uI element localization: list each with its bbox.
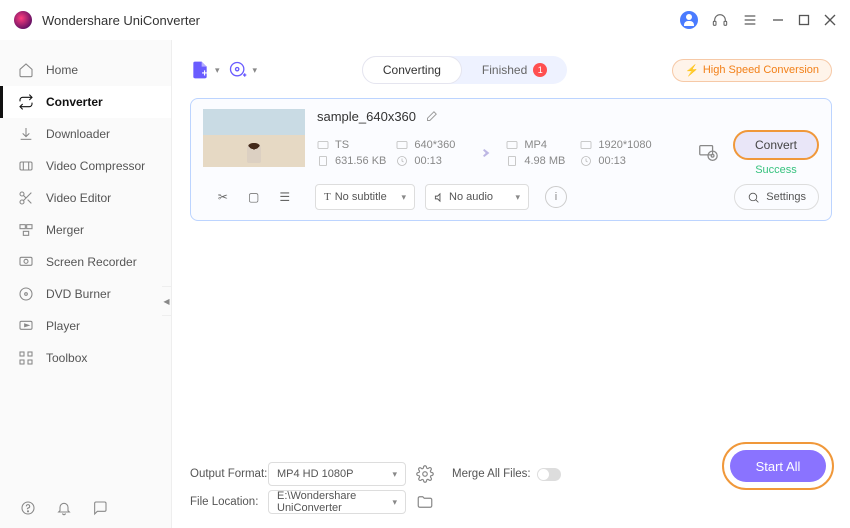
bolt-icon: ⚡ bbox=[685, 64, 699, 77]
sidebar-item-label: Converter bbox=[46, 95, 103, 109]
feedback-icon[interactable] bbox=[92, 500, 108, 516]
sidebar-item-label: Home bbox=[46, 63, 78, 77]
sidebar-item-merger[interactable]: Merger bbox=[0, 214, 171, 246]
sidebar-item-label: Video Compressor bbox=[46, 159, 145, 173]
start-all-highlight: Start All bbox=[722, 442, 834, 490]
scissors-icon bbox=[18, 190, 34, 206]
tab-converting[interactable]: Converting bbox=[362, 56, 462, 84]
file-card: sample_640x360 TS 631.56 KB 640*360 00:1… bbox=[190, 98, 832, 221]
file-location-label: File Location: bbox=[190, 496, 268, 508]
download-icon bbox=[18, 126, 34, 142]
output-preset-icon[interactable] bbox=[697, 142, 719, 164]
sidebar-item-label: Video Editor bbox=[46, 191, 111, 205]
file-settings-button[interactable]: Settings bbox=[734, 184, 819, 210]
help-icon[interactable] bbox=[20, 500, 36, 516]
trim-icon[interactable]: ✂ bbox=[218, 190, 228, 204]
recorder-icon bbox=[18, 254, 34, 270]
sidebar-item-label: Downloader bbox=[46, 127, 110, 141]
sidebar-item-dvd[interactable]: DVD Burner bbox=[0, 278, 171, 310]
finished-count-badge: 1 bbox=[533, 63, 547, 77]
dst-duration: 00:13 bbox=[580, 155, 651, 167]
open-folder-icon[interactable] bbox=[416, 493, 434, 511]
maximize-icon[interactable] bbox=[798, 14, 810, 26]
merge-toggle[interactable] bbox=[537, 468, 561, 481]
chevron-down-icon: ▾ bbox=[215, 65, 220, 76]
sidebar-item-editor[interactable]: Video Editor bbox=[0, 182, 171, 214]
close-icon[interactable] bbox=[824, 14, 836, 26]
player-icon bbox=[18, 318, 34, 334]
minimize-icon[interactable] bbox=[772, 14, 784, 26]
compressor-icon bbox=[18, 158, 34, 174]
converter-icon bbox=[18, 94, 34, 110]
sidebar-item-label: Screen Recorder bbox=[46, 255, 137, 269]
info-icon[interactable]: i bbox=[545, 186, 567, 208]
add-file-button[interactable]: + ▾ bbox=[190, 60, 220, 80]
sidebar-item-toolbox[interactable]: Toolbox bbox=[0, 342, 171, 374]
output-format-select[interactable]: MP4 HD 1080P▾ bbox=[268, 462, 406, 486]
collapse-sidebar-button[interactable]: ◀ bbox=[162, 286, 172, 316]
dst-size: 4.98 MB bbox=[506, 155, 570, 167]
src-resolution: 640*360 bbox=[396, 139, 460, 151]
support-headset-icon[interactable] bbox=[712, 12, 728, 28]
toolbar: + ▾ ▾ Converting Finished 1 ⚡ High Spee bbox=[190, 50, 832, 90]
merger-icon bbox=[18, 222, 34, 238]
app-title: Wondershare UniConverter bbox=[42, 13, 200, 28]
edit-icon[interactable] bbox=[424, 110, 438, 124]
status-tabs: Converting Finished 1 bbox=[362, 56, 567, 84]
more-icon[interactable]: ☰ bbox=[279, 190, 290, 204]
sidebar-item-label: DVD Burner bbox=[46, 287, 111, 301]
crop-icon[interactable]: ▢ bbox=[248, 190, 259, 204]
src-duration: 00:13 bbox=[396, 155, 460, 167]
start-all-button[interactable]: Start All bbox=[730, 450, 826, 482]
convert-button[interactable]: Convert bbox=[733, 130, 819, 160]
file-location-select[interactable]: E:\Wondershare UniConverter▾ bbox=[268, 490, 406, 514]
tab-finished[interactable]: Finished 1 bbox=[462, 56, 567, 84]
sidebar-item-label: Player bbox=[46, 319, 80, 333]
src-size: 631.56 KB bbox=[317, 155, 386, 167]
sidebar-item-converter[interactable]: Converter bbox=[0, 86, 171, 118]
sidebar-item-recorder[interactable]: Screen Recorder bbox=[0, 246, 171, 278]
dst-resolution: 1920*1080 bbox=[580, 139, 651, 151]
dst-format: MP4 bbox=[506, 139, 570, 151]
src-format: TS bbox=[317, 139, 386, 151]
sidebar-item-label: Merger bbox=[46, 223, 84, 237]
account-avatar-icon[interactable] bbox=[680, 11, 698, 29]
merge-label: Merge All Files: bbox=[452, 468, 531, 480]
arrow-right-icon bbox=[470, 142, 496, 164]
app-logo-icon bbox=[14, 11, 32, 29]
svg-text:+: + bbox=[202, 69, 208, 80]
toolbox-icon bbox=[18, 350, 34, 366]
subtitle-select[interactable]: TNo subtitle ▾ bbox=[315, 184, 415, 210]
chevron-down-icon: ▾ bbox=[253, 65, 258, 76]
sidebar-item-player[interactable]: Player bbox=[0, 310, 171, 342]
file-name: sample_640x360 bbox=[317, 109, 416, 124]
audio-select[interactable]: No audio ▾ bbox=[425, 184, 529, 210]
menu-icon[interactable] bbox=[742, 12, 758, 28]
sidebar-item-label: Toolbox bbox=[46, 351, 87, 365]
high-speed-button[interactable]: ⚡ High Speed Conversion bbox=[672, 59, 832, 82]
titlebar: Wondershare UniConverter bbox=[0, 0, 850, 40]
output-settings-icon[interactable] bbox=[416, 465, 434, 483]
sidebar-item-downloader[interactable]: Downloader bbox=[0, 118, 171, 150]
video-thumbnail bbox=[203, 109, 305, 167]
notification-bell-icon[interactable] bbox=[56, 500, 72, 516]
sidebar-item-compressor[interactable]: Video Compressor bbox=[0, 150, 171, 182]
sidebar-item-home[interactable]: Home bbox=[0, 54, 171, 86]
status-text: Success bbox=[755, 164, 797, 176]
add-dvd-button[interactable]: ▾ bbox=[228, 60, 258, 80]
disc-icon bbox=[18, 286, 34, 302]
home-icon bbox=[18, 62, 34, 78]
sidebar: Home Converter Downloader Video Compress… bbox=[0, 40, 172, 528]
output-format-label: Output Format: bbox=[190, 468, 268, 480]
